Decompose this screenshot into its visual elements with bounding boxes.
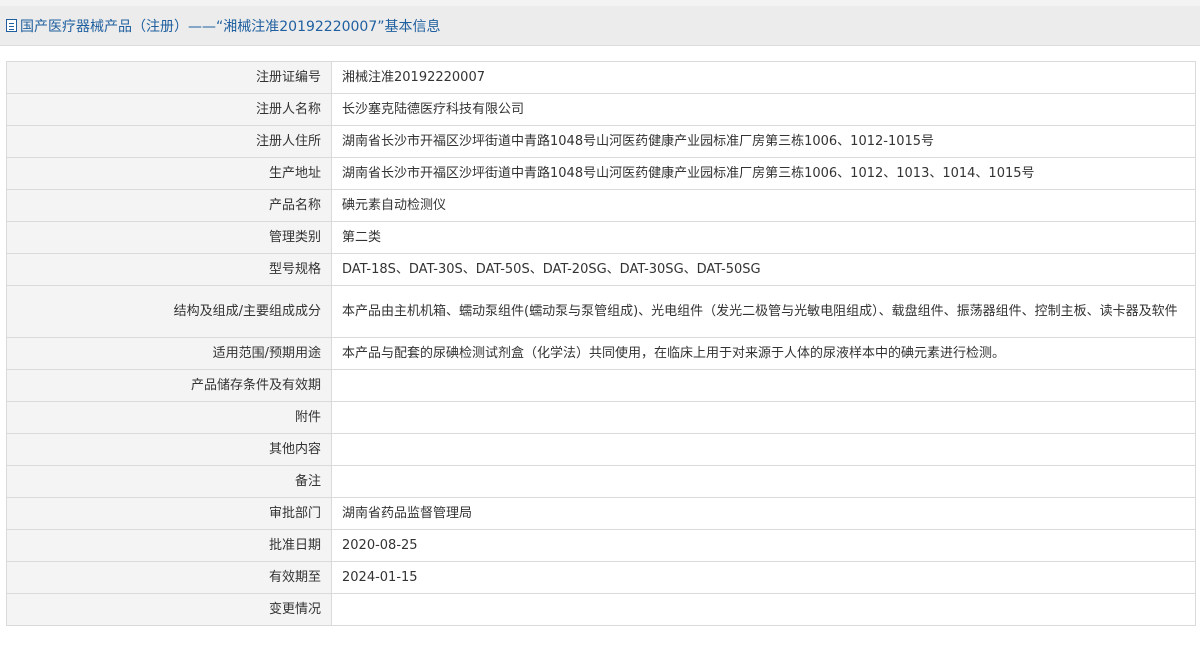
page-header: 国产医疗器械产品（注册）——“湘械注准20192220007”基本信息: [0, 6, 1200, 46]
field-label: 产品储存条件及有效期: [6, 369, 332, 402]
field-label: 变更情况: [6, 593, 332, 626]
table-row: 生产地址 湖南省长沙市开福区沙坪街道中青路1048号山河医药健康产业园标准厂房第…: [6, 157, 1196, 190]
field-value: DAT-18S、DAT-30S、DAT-50S、DAT-20SG、DAT-30S…: [331, 253, 1196, 286]
field-label: 注册人名称: [6, 93, 332, 126]
field-label: 其他内容: [6, 433, 332, 466]
table-row: 产品名称 碘元素自动检测仪: [6, 189, 1196, 222]
table-row: 审批部门 湖南省药品监督管理局: [6, 497, 1196, 530]
field-label: 适用范围/预期用途: [6, 337, 332, 370]
field-value: 2024-01-15: [331, 561, 1196, 594]
field-label: 批准日期: [6, 529, 332, 562]
table-row: 管理类别 第二类: [6, 221, 1196, 254]
field-value: 本产品与配套的尿碘检测试剂盒（化学法）共同使用，在临床上用于对来源于人体的尿液样…: [331, 337, 1196, 370]
field-value: 湖南省长沙市开福区沙坪街道中青路1048号山河医药健康产业园标准厂房第三栋100…: [331, 125, 1196, 158]
field-value: 湘械注准20192220007: [331, 61, 1196, 94]
field-value: [331, 369, 1196, 402]
registration-info-table: 注册证编号 湘械注准20192220007 注册人名称 长沙塞克陆德医疗科技有限…: [6, 61, 1196, 626]
field-label: 生产地址: [6, 157, 332, 190]
table-row: 批准日期 2020-08-25: [6, 529, 1196, 562]
table-row: 有效期至 2024-01-15: [6, 561, 1196, 594]
table-row: 变更情况: [6, 593, 1196, 626]
table-row: 其他内容: [6, 433, 1196, 466]
field-value: 第二类: [331, 221, 1196, 254]
field-label: 审批部门: [6, 497, 332, 530]
field-value: [331, 465, 1196, 498]
field-label: 注册证编号: [6, 61, 332, 94]
field-value: 碘元素自动检测仪: [331, 189, 1196, 222]
field-value: 湖南省长沙市开福区沙坪街道中青路1048号山河医药健康产业园标准厂房第三栋100…: [331, 157, 1196, 190]
field-value: 长沙塞克陆德医疗科技有限公司: [331, 93, 1196, 126]
field-label: 产品名称: [6, 189, 332, 222]
table-row: 注册证编号 湘械注准20192220007: [6, 61, 1196, 94]
field-label: 附件: [6, 401, 332, 434]
field-value: 湖南省药品监督管理局: [331, 497, 1196, 530]
field-value: [331, 433, 1196, 466]
field-label: 结构及组成/主要组成成分: [6, 285, 332, 338]
table-row: 型号规格 DAT-18S、DAT-30S、DAT-50S、DAT-20SG、DA…: [6, 253, 1196, 286]
field-value: [331, 401, 1196, 434]
table-row: 注册人名称 长沙塞克陆德医疗科技有限公司: [6, 93, 1196, 126]
table-row: 附件: [6, 401, 1196, 434]
field-label: 备注: [6, 465, 332, 498]
field-value: [331, 593, 1196, 626]
field-label: 型号规格: [6, 253, 332, 286]
field-label: 有效期至: [6, 561, 332, 594]
field-label: 注册人住所: [6, 125, 332, 158]
page-title: 国产医疗器械产品（注册）——“湘械注准20192220007”基本信息: [20, 18, 441, 35]
table-row: 结构及组成/主要组成成分 本产品由主机机箱、蠕动泵组件(蠕动泵与泵管组成)、光电…: [6, 285, 1196, 338]
table-row: 适用范围/预期用途 本产品与配套的尿碘检测试剂盒（化学法）共同使用，在临床上用于…: [6, 337, 1196, 370]
table-row: 产品储存条件及有效期: [6, 369, 1196, 402]
document-icon: [6, 19, 17, 32]
field-value: 本产品由主机机箱、蠕动泵组件(蠕动泵与泵管组成)、光电组件（发光二极管与光敏电阻…: [331, 285, 1196, 338]
table-row: 备注: [6, 465, 1196, 498]
table-row: 注册人住所 湖南省长沙市开福区沙坪街道中青路1048号山河医药健康产业园标准厂房…: [6, 125, 1196, 158]
field-value: 2020-08-25: [331, 529, 1196, 562]
field-label: 管理类别: [6, 221, 332, 254]
